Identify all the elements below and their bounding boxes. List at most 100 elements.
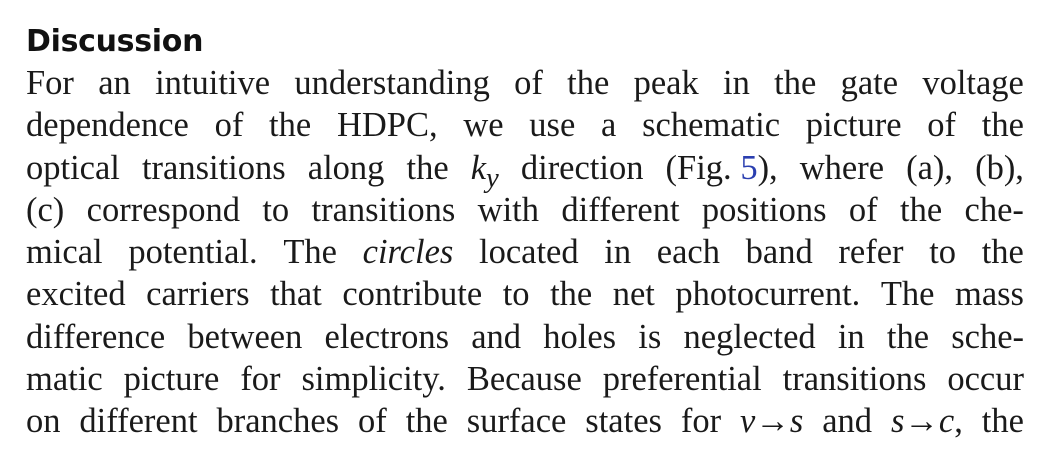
word: states [585,402,662,441]
word: a [601,106,617,145]
word: difference [26,317,166,356]
word: in [604,233,632,272]
word: gate [840,64,899,102]
ky-symbol: ky [470,148,499,194]
word: we [463,106,504,145]
text-line: For an intuitive understanding of the pe… [26,62,1024,104]
word: of [848,190,878,229]
word: the [886,317,930,356]
word: mass [954,275,1024,314]
word: the [269,106,312,145]
discussion-paragraph: For an intuitive understanding of the pe… [26,62,1024,443]
word: where [799,148,885,187]
word: matic [26,360,103,399]
text-line: difference between electrons and holes i… [26,316,1024,358]
text-line: optical transitions along the ky directi… [26,147,1024,194]
word: of [927,106,957,145]
word: optical [26,148,120,187]
word: simplicity. [301,360,446,399]
word: picture [123,360,220,399]
word: the [406,148,449,187]
word: mical [26,233,103,272]
word: HDPC, [336,106,438,145]
word: (b), [975,148,1024,187]
word: positions [701,190,827,229]
word: net [612,275,655,314]
word: that [270,275,322,314]
word: direction [520,148,644,187]
text-line: excited carriers that contribute to the … [26,273,1024,315]
word: on [26,402,61,441]
word: different [561,190,680,229]
word: schematic [642,106,781,145]
word: holes [543,317,617,356]
word: the [981,106,1024,145]
word: contribute [342,275,483,314]
word: along [307,148,385,187]
word: occur [947,360,1024,399]
transition-s-to-c: s→c, [890,402,963,441]
word: transitions [141,148,286,187]
word: (a), [906,148,954,187]
section-heading: Discussion [26,24,204,59]
word: to [502,275,530,314]
word: branches [216,402,340,441]
text-line: dependence of the HDPC, we use a schemat… [26,104,1024,146]
word: For [26,64,74,102]
word: the [981,233,1024,272]
word: the [981,402,1024,441]
word: The [880,275,935,314]
text-line: on different branches of the surface sta… [26,400,1024,442]
word: of [514,64,543,102]
word: preferential [602,360,762,399]
word: surface [466,402,567,441]
word: photocurrent. [675,275,861,314]
word: intuitive [155,64,271,102]
word: excited [26,275,126,314]
word: the [900,190,943,229]
word: (c) [26,190,65,229]
word: to [929,233,957,272]
article-section: Discussion For an intuitive understandin… [26,22,1024,443]
word: understanding [294,64,490,102]
word: for [240,360,281,399]
word: dependence [26,106,189,145]
word: refer [838,233,904,272]
word: neglected [683,317,816,356]
word: electrons [324,317,450,356]
word: with [477,190,540,229]
word: peak [633,64,699,102]
word: carriers [146,275,250,314]
text-line: (c) correspond to transitions with diffe… [26,189,1024,231]
text-line: mical potential. The circles located in … [26,231,1024,273]
word: of [358,402,387,441]
word: correspond [86,190,240,229]
word: the [405,402,448,441]
word: of [214,106,244,145]
word: different [79,402,198,441]
word: in [837,317,865,356]
text-line: matic picture for simplicity. Because pr… [26,358,1024,400]
word: and [471,317,522,356]
italic-term: circles [362,233,454,272]
transition-v-to-s: v→s [740,402,804,441]
word: potential. [128,233,258,272]
word: use [529,106,576,145]
word: che- [964,190,1024,229]
word: between [187,317,303,356]
figure-link[interactable]: 5 [740,149,757,187]
word: for [680,402,722,441]
word: in [723,64,750,102]
word: transitions [782,360,927,399]
word: the [550,275,593,314]
figure-reference: (Fig. 5), [665,148,778,187]
word: is [638,317,662,356]
word: the [567,64,610,102]
word: an [98,64,131,102]
word: to [262,190,290,229]
word: located [479,233,579,272]
word: sche- [951,317,1024,356]
word: band [745,233,813,272]
word: voltage [922,64,1024,102]
word: picture [805,106,902,145]
